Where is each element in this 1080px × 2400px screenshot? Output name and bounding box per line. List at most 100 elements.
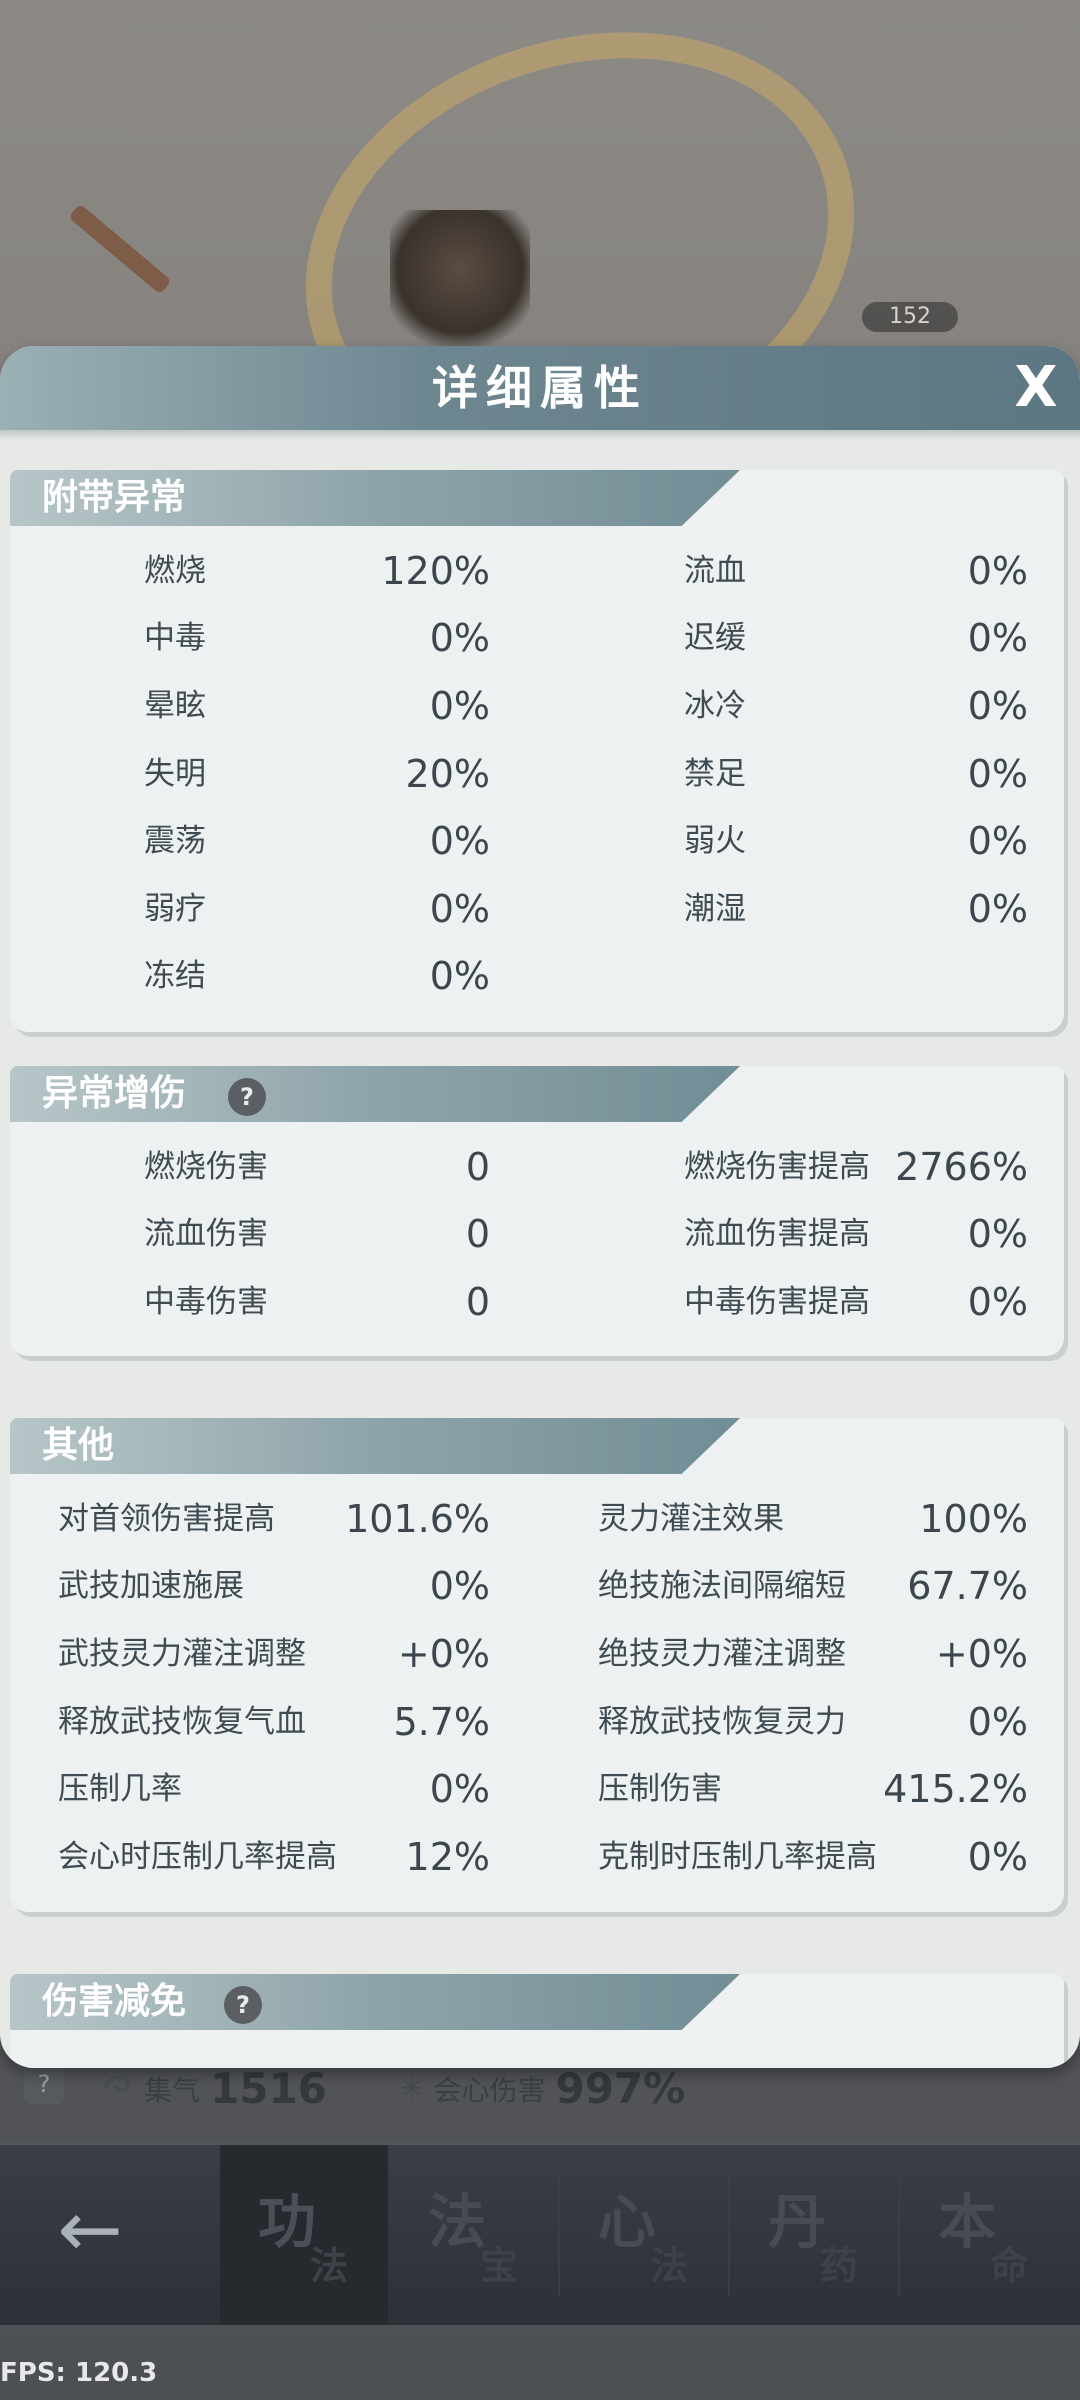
attr-value: 0% bbox=[967, 1700, 1028, 1744]
attr-row: 失明 20% bbox=[10, 749, 540, 799]
attr-row: 迟缓 0% bbox=[550, 613, 1064, 663]
tab-xinfa-big: 心 bbox=[598, 2188, 657, 2256]
attr-value: +0% bbox=[397, 1632, 490, 1676]
tab-danyao-big: 丹 bbox=[768, 2188, 827, 2256]
panel-scroll-area[interactable]: 附带异常 燃烧 120% 中毒 0% 晕眩 0% 失明 20% 震荡 0% 弱疗… bbox=[0, 430, 1080, 2068]
character-model bbox=[390, 210, 530, 360]
attr-value: +0% bbox=[935, 1632, 1028, 1676]
attr-label: 压制伤害 bbox=[598, 1771, 722, 1807]
attr-value: 0% bbox=[967, 549, 1028, 593]
attr-label: 释放武技恢复气血 bbox=[58, 1704, 306, 1740]
attr-value: 0% bbox=[429, 1767, 490, 1811]
section-status-damage: 异常增伤 ? 燃烧伤害 0 流血伤害 0 中毒伤害 0 燃烧伤害提高 2766%… bbox=[10, 1066, 1064, 1356]
attr-label: 中毒 bbox=[144, 620, 206, 656]
attr-row: 压制伤害 415.2% bbox=[550, 1764, 1064, 1814]
stat-qi-value: 1516 bbox=[210, 2064, 327, 2113]
attr-label: 释放武技恢复灵力 bbox=[598, 1704, 846, 1740]
tab-gongfa[interactable]: 功 法 bbox=[220, 2145, 388, 2325]
tab-benming[interactable]: 本 命 bbox=[900, 2145, 1068, 2325]
attr-value: 0% bbox=[967, 1835, 1028, 1879]
attr-value: 0% bbox=[967, 684, 1028, 728]
attr-label: 失明 bbox=[144, 756, 206, 792]
attr-label: 流血 bbox=[684, 553, 746, 589]
attr-row: 燃烧伤害 0 bbox=[10, 1142, 540, 1192]
attr-row: 流血伤害提高 0% bbox=[550, 1209, 1064, 1259]
attr-value: 0 bbox=[465, 1145, 490, 1189]
attr-value: 0% bbox=[429, 1564, 490, 1608]
attr-value: 67.7% bbox=[907, 1564, 1028, 1608]
attr-row: 武技加速施展 0% bbox=[10, 1561, 540, 1611]
attr-label: 绝技施法间隔缩短 bbox=[598, 1568, 846, 1604]
attr-value: 415.2% bbox=[883, 1767, 1028, 1811]
section-damage-reduction: 伤害减免 ? bbox=[10, 1974, 1064, 2068]
attr-label: 燃烧伤害 bbox=[144, 1149, 268, 1185]
attr-label: 克制时压制几率提高 bbox=[598, 1839, 877, 1875]
tab-danyao[interactable]: 丹 药 bbox=[730, 2145, 898, 2325]
attr-label: 弱火 bbox=[684, 823, 746, 859]
attr-label: 迟缓 bbox=[684, 620, 746, 656]
attr-label: 禁足 bbox=[684, 756, 746, 792]
attr-row: 会心时压制几率提高 12% bbox=[10, 1832, 540, 1882]
attr-label: 潮湿 bbox=[684, 891, 746, 927]
panel-title: 详细属性 bbox=[432, 361, 648, 415]
attr-value: 0 bbox=[465, 1212, 490, 1256]
attr-value: 5.7% bbox=[393, 1700, 490, 1744]
back-arrow-button[interactable]: ← bbox=[40, 2185, 140, 2275]
attr-value: 0% bbox=[429, 954, 490, 998]
attr-label: 会心时压制几率提高 bbox=[58, 1839, 337, 1875]
attr-row: 震荡 0% bbox=[10, 816, 540, 866]
tab-benming-small: 命 bbox=[990, 2244, 1029, 2288]
section-header bbox=[10, 1418, 740, 1474]
fps-counter: FPS: 120.3 bbox=[0, 2358, 158, 2388]
attr-row: 对首领伤害提高 101.6% bbox=[10, 1494, 540, 1544]
attr-value: 0% bbox=[429, 616, 490, 660]
attr-value: 0% bbox=[967, 1280, 1028, 1324]
attr-row: 武技灵力灌注调整 +0% bbox=[10, 1629, 540, 1679]
attr-row: 流血伤害 0 bbox=[10, 1209, 540, 1259]
attr-row: 克制时压制几率提高 0% bbox=[550, 1832, 1064, 1882]
attr-label: 武技加速施展 bbox=[58, 1568, 244, 1604]
attr-row: 燃烧伤害提高 2766% bbox=[550, 1142, 1064, 1192]
attr-value: 101.6% bbox=[345, 1497, 490, 1541]
tab-fabao-big: 法 bbox=[428, 2188, 487, 2256]
tab-fabao-small: 宝 bbox=[480, 2244, 519, 2288]
attr-row: 中毒伤害 0 bbox=[10, 1277, 540, 1327]
section-title: 其他 bbox=[42, 1425, 115, 1466]
tab-xinfa[interactable]: 心 法 bbox=[560, 2145, 728, 2325]
attr-label: 中毒伤害提高 bbox=[684, 1284, 870, 1320]
attr-value: 0% bbox=[967, 616, 1028, 660]
stat-crit-damage: ✳ 会心伤害 997% bbox=[400, 2064, 685, 2113]
stat-crit-label: 会心伤害 bbox=[433, 2073, 546, 2107]
attr-row: 禁足 0% bbox=[550, 749, 1064, 799]
attr-row: 晕眩 0% bbox=[10, 681, 540, 731]
attr-label: 灵力灌注效果 bbox=[598, 1501, 784, 1537]
section-status-effects: 附带异常 燃烧 120% 中毒 0% 晕眩 0% 失明 20% 震荡 0% 弱疗… bbox=[10, 470, 1064, 1032]
stat-qi-label: 集气 bbox=[144, 2073, 201, 2107]
attr-label: 中毒伤害 bbox=[144, 1284, 268, 1320]
help-icon[interactable]: ? bbox=[224, 1986, 262, 2024]
attr-value: 12% bbox=[405, 1835, 490, 1879]
attr-label: 压制几率 bbox=[58, 1771, 182, 1807]
tab-danyao-small: 药 bbox=[820, 2244, 859, 2288]
attr-row: 灵力灌注效果 100% bbox=[550, 1494, 1064, 1544]
attr-value: 0% bbox=[967, 887, 1028, 931]
close-button[interactable]: X bbox=[1006, 358, 1066, 418]
tab-gongfa-small: 法 bbox=[310, 2244, 349, 2288]
attr-label: 弱疗 bbox=[144, 891, 206, 927]
burst-icon: ✳ bbox=[400, 2072, 424, 2105]
attr-label: 流血伤害提高 bbox=[684, 1216, 870, 1252]
level-badge: 152 bbox=[862, 302, 958, 332]
attr-row: 弱疗 0% bbox=[10, 884, 540, 934]
help-icon[interactable]: ? bbox=[228, 1078, 266, 1116]
section-title: 附带异常 bbox=[42, 477, 187, 518]
attr-row: 释放武技恢复气血 5.7% bbox=[10, 1697, 540, 1747]
tab-fabao[interactable]: 法 宝 bbox=[390, 2145, 558, 2325]
attr-label: 燃烧 bbox=[144, 553, 206, 589]
section-title: 异常增伤 bbox=[42, 1073, 187, 1114]
attr-row: 冻结 0% bbox=[10, 951, 540, 1001]
help-icon[interactable]: ? bbox=[24, 2064, 64, 2104]
attr-value: 0% bbox=[967, 1212, 1028, 1256]
attr-value: 0% bbox=[967, 752, 1028, 796]
attr-label: 流血伤害 bbox=[144, 1216, 268, 1252]
attr-label: 震荡 bbox=[144, 823, 206, 859]
